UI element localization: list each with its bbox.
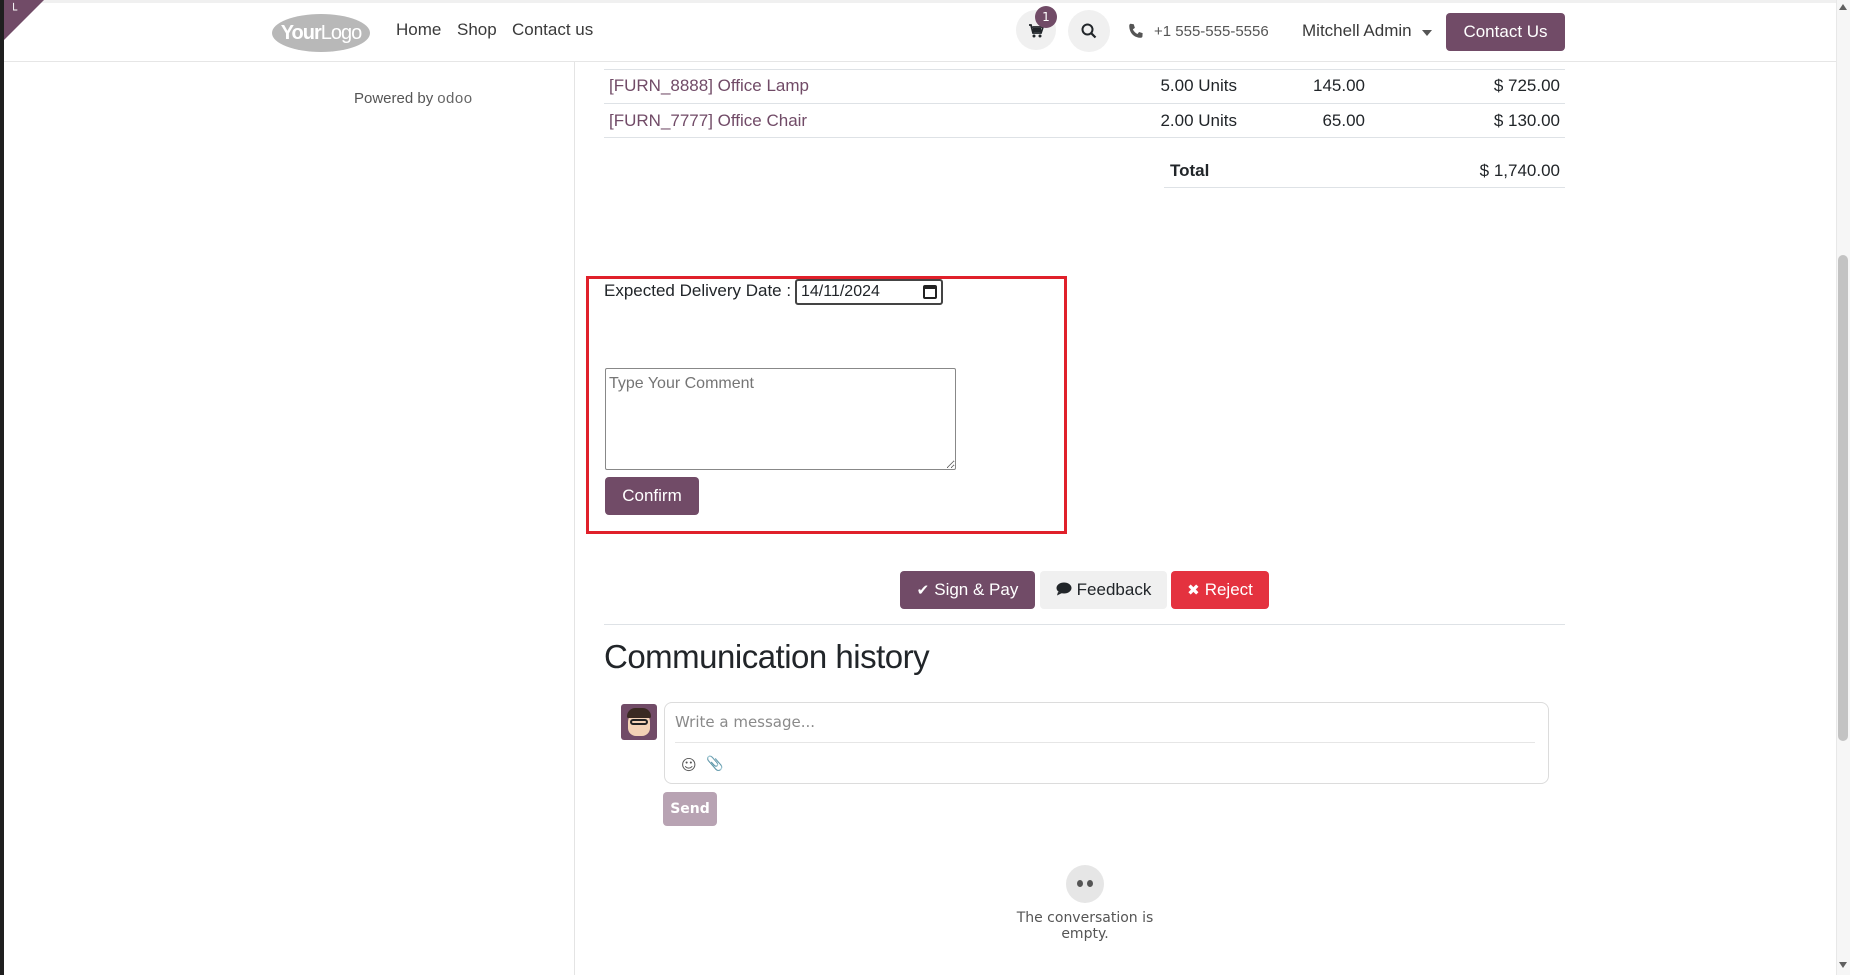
avatar bbox=[621, 704, 657, 740]
message-input[interactable]: Write a message... bbox=[675, 713, 815, 731]
phone-icon bbox=[1129, 23, 1143, 38]
feedback-button[interactable]: Feedback bbox=[1040, 571, 1167, 609]
communication-history-title: Communication history bbox=[604, 638, 930, 675]
check-icon: ✔ bbox=[916, 582, 930, 599]
powered-by: Powered by odoo bbox=[354, 90, 473, 107]
total-value: $ 1,740.00 bbox=[1479, 161, 1560, 180]
odoo-brand[interactable]: odoo bbox=[437, 90, 472, 107]
search-button[interactable] bbox=[1068, 10, 1110, 52]
line-amount: $ 130.00 bbox=[1493, 111, 1560, 130]
sign-pay-button[interactable]: ✔ Sign & Pay bbox=[900, 571, 1035, 609]
line-quantity: 2.00 Units bbox=[1160, 111, 1237, 130]
comment-textarea[interactable] bbox=[605, 368, 956, 470]
paperclip-icon[interactable]: 📎 bbox=[706, 756, 723, 772]
delivery-date-value: 14/11/2024 bbox=[801, 283, 880, 300]
total-label: Total bbox=[1170, 161, 1210, 180]
product-link[interactable]: [FURN_8888] Office Lamp bbox=[609, 76, 809, 96]
line-quantity: 5.00 Units bbox=[1160, 76, 1237, 95]
contact-us-button[interactable]: Contact Us bbox=[1446, 13, 1565, 51]
emoji-icon[interactable]: ☺ bbox=[681, 756, 697, 774]
empty-conversation-icon bbox=[1066, 865, 1104, 903]
line-unit-price: 145.00 bbox=[1313, 76, 1365, 95]
empty-conversation-text: The conversation is empty. bbox=[1016, 910, 1154, 942]
scroll-down-arrow-icon[interactable] bbox=[1839, 962, 1847, 968]
nav-contact-us[interactable]: Contact us bbox=[512, 20, 593, 40]
composer-divider bbox=[675, 742, 1535, 743]
delivery-date-input[interactable]: 14/11/2024 bbox=[795, 279, 943, 305]
send-button[interactable]: Send bbox=[663, 792, 717, 826]
phone-number[interactable]: +1 555-555-5556 bbox=[1154, 23, 1269, 40]
product-link[interactable]: [FURN_7777] Office Chair bbox=[609, 111, 807, 131]
line-unit-price: 65.00 bbox=[1322, 111, 1365, 130]
table-row-divider bbox=[604, 103, 1565, 104]
search-icon bbox=[1081, 23, 1097, 39]
sidebar-divider bbox=[574, 62, 575, 975]
calendar-icon[interactable] bbox=[923, 285, 937, 299]
total-divider bbox=[1164, 187, 1565, 188]
line-amount: $ 725.00 bbox=[1493, 76, 1560, 95]
close-icon: ✖ bbox=[1187, 582, 1200, 599]
site-logo[interactable]: YourLogo bbox=[272, 14, 370, 52]
edit-corner-ribbon[interactable]: └ bbox=[4, 0, 44, 40]
scroll-up-arrow-icon[interactable] bbox=[1839, 4, 1847, 10]
table-row-divider bbox=[604, 137, 1565, 138]
nav-shop[interactable]: Shop bbox=[457, 20, 497, 40]
reject-button[interactable]: ✖ Reject bbox=[1171, 571, 1269, 609]
comment-icon bbox=[1056, 582, 1072, 599]
cart-count-badge: 1 bbox=[1035, 6, 1057, 28]
window-edge bbox=[0, 0, 4, 975]
section-divider bbox=[604, 624, 1565, 625]
confirm-button[interactable]: Confirm bbox=[605, 477, 699, 515]
scrollbar-thumb[interactable] bbox=[1838, 255, 1848, 741]
corner-glyph-icon: └ bbox=[10, 3, 18, 17]
nav-home[interactable]: Home bbox=[396, 20, 441, 40]
table-row-divider bbox=[604, 69, 1565, 70]
chevron-down-icon[interactable] bbox=[1422, 30, 1432, 36]
delivery-date-label: Expected Delivery Date : bbox=[604, 281, 792, 300]
user-menu[interactable]: Mitchell Admin bbox=[1302, 21, 1412, 41]
